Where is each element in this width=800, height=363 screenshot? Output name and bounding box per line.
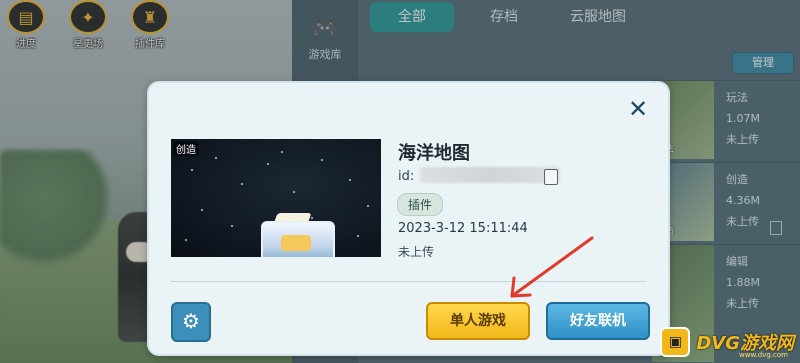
id-value-redacted [420, 167, 561, 183]
copy-id-icon[interactable] [540, 169, 558, 187]
map-cover-image: 创造 [171, 139, 381, 257]
watermark: ▣ DVG游戏网 www.dvg.com [660, 327, 794, 359]
game-screen: ▤ 进度 ✦ 星更场 ♜ 插件库 🎮 游戏库 全部 存档 云服地图 管理 玩法 [0, 0, 800, 363]
map-detail-dialog: ✕ 创造 海洋地图 id: 插件 2023-3-12 15:11:44 未上传 … [147, 81, 670, 356]
map-id: id: [398, 167, 561, 184]
single-player-button[interactable]: 单人游戏 [426, 302, 530, 340]
watermark-subtext: www.dvg.com [739, 351, 788, 359]
id-label: id: [398, 169, 415, 184]
multiplayer-button[interactable]: 好友联机 [546, 302, 650, 340]
block-model [261, 221, 335, 257]
watermark-logo-icon: ▣ [660, 327, 691, 357]
divider [171, 281, 646, 282]
mode-badge: 创造 [173, 141, 199, 156]
plugin-tag: 插件 [397, 193, 444, 216]
map-title: 海洋地图 [398, 143, 470, 164]
close-icon[interactable]: ✕ [626, 97, 650, 121]
map-date: 2023-3-12 15:11:44 [398, 221, 528, 236]
upload-status: 未上传 [398, 245, 435, 259]
gear-icon: ⚙ [182, 309, 200, 333]
settings-button[interactable]: ⚙ [171, 302, 211, 342]
